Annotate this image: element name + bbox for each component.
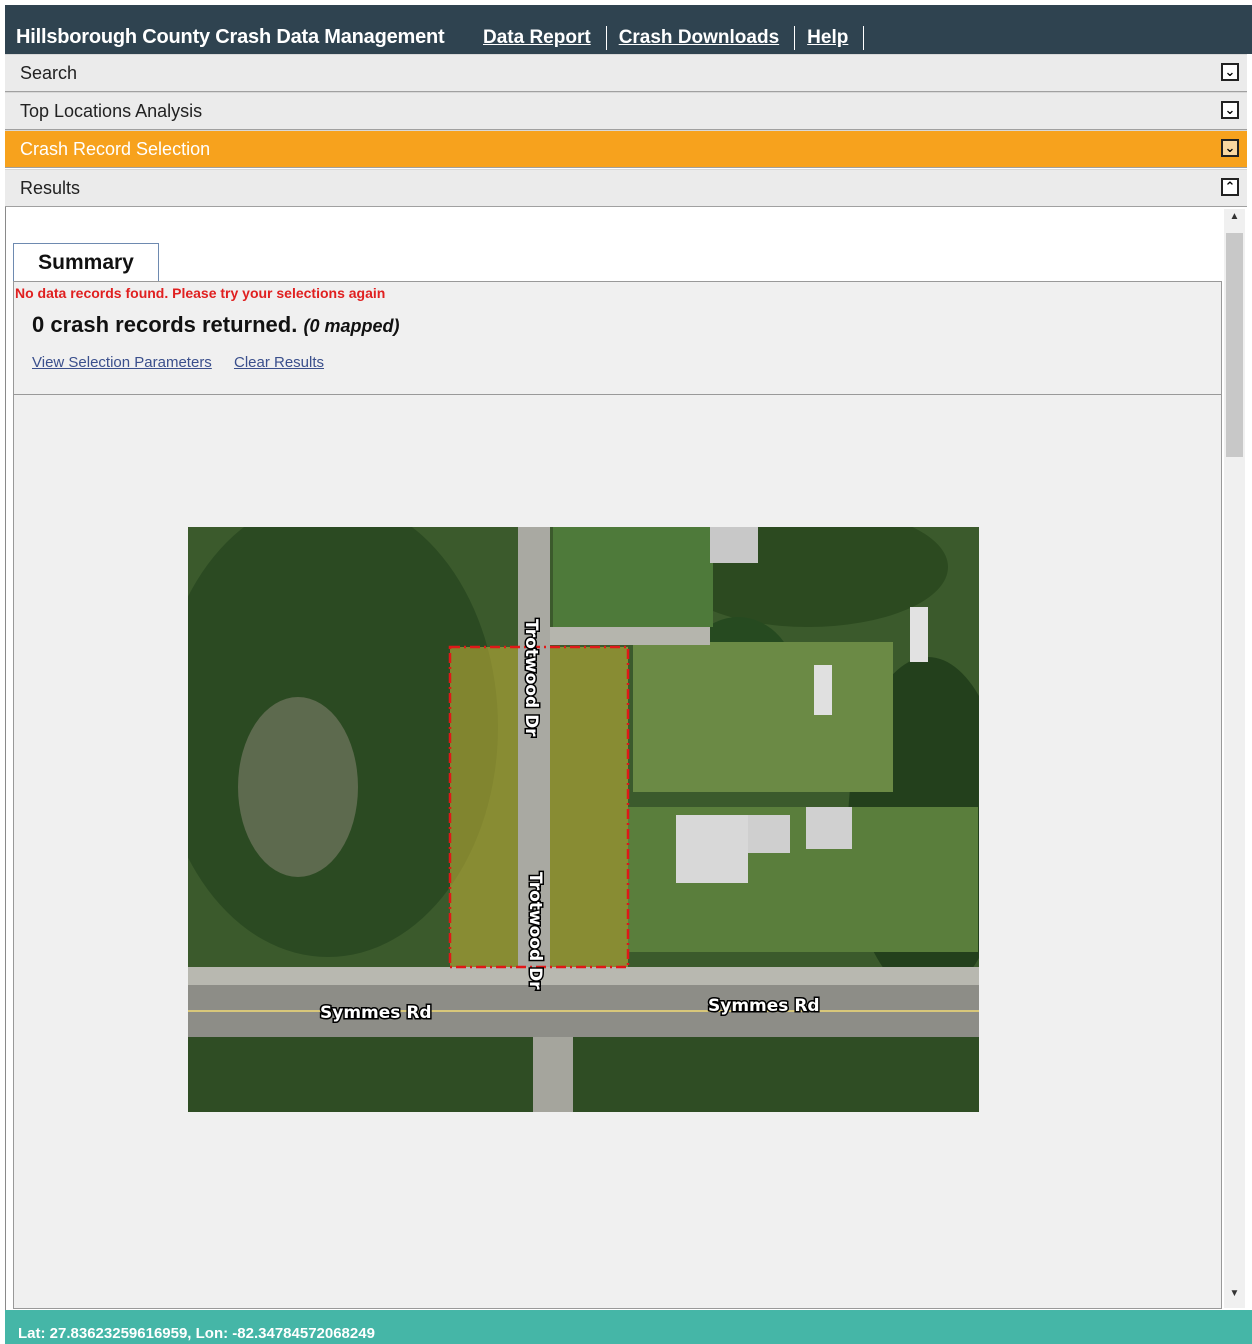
- result-links: View Selection Parameters Clear Results: [32, 354, 342, 371]
- summary-header: No data records found. Please try your s…: [14, 282, 1221, 395]
- scroll-down-icon[interactable]: ▼: [1224, 1288, 1245, 1306]
- aerial-map-image: Trotwood Dr Trotwood Dr Symmes Rd Symmes…: [188, 527, 979, 1112]
- app-header: Hillsborough County Crash Data Managemen…: [5, 5, 1252, 54]
- accordion-search[interactable]: Search ⌄: [5, 54, 1247, 92]
- accordion-crash-record-selection[interactable]: Crash Record Selection ⌄: [5, 130, 1247, 168]
- nav-help[interactable]: Help: [803, 26, 865, 50]
- accordion-top-locations-label: Top Locations Analysis: [20, 101, 203, 121]
- scroll-thumb[interactable]: [1226, 233, 1243, 457]
- top-nav: Data Report Crash Downloads Help: [479, 26, 872, 50]
- accordion-search-label: Search: [20, 63, 78, 83]
- clear-results-link[interactable]: Clear Results: [234, 354, 324, 371]
- map-label-trotwood-south: Trotwood Dr: [525, 872, 545, 990]
- map-label-symmes-west: Symmes Rd: [320, 1003, 432, 1023]
- coordinates-readout: Lat: 27.83623259616959, Lon: -82.3478457…: [18, 1325, 375, 1342]
- nav-data-report[interactable]: Data Report: [479, 26, 607, 50]
- aerial-map[interactable]: Trotwood Dr Trotwood Dr Symmes Rd Symmes…: [188, 527, 979, 1112]
- chevron-down-icon[interactable]: ⌄: [1221, 139, 1239, 157]
- record-count: 0 crash records returned. (0 mapped): [32, 312, 399, 338]
- view-selection-parameters-link[interactable]: View Selection Parameters: [32, 354, 212, 371]
- nav-crash-downloads[interactable]: Crash Downloads: [615, 26, 796, 50]
- scroll-up-icon[interactable]: ▲: [1224, 211, 1245, 229]
- mapped-count: (0 mapped): [303, 316, 400, 336]
- tab-summary[interactable]: Summary: [13, 243, 159, 281]
- record-count-text: 0 crash records returned.: [32, 312, 298, 337]
- map-label-trotwood-north: Trotwood Dr: [521, 619, 541, 737]
- accordion-top-locations[interactable]: Top Locations Analysis ⌄: [5, 92, 1247, 130]
- accordion-results[interactable]: Results ⌃: [5, 169, 1247, 207]
- map-label-symmes-east: Symmes Rd: [708, 996, 820, 1016]
- chevron-up-icon[interactable]: ⌃: [1221, 178, 1239, 196]
- accordion-crash-record-selection-label: Crash Record Selection: [20, 139, 211, 159]
- accordion-results-label: Results: [20, 178, 81, 198]
- error-message: No data records found. Please try your s…: [15, 285, 386, 301]
- chevron-down-icon[interactable]: ⌄: [1221, 101, 1239, 119]
- vertical-scrollbar[interactable]: ▲ ▼: [1224, 209, 1245, 1308]
- chevron-down-icon[interactable]: ⌄: [1221, 63, 1239, 81]
- status-bar: Lat: 27.83623259616959, Lon: -82.3478457…: [5, 1310, 1252, 1344]
- app-title: Hillsborough County Crash Data Managemen…: [16, 26, 445, 48]
